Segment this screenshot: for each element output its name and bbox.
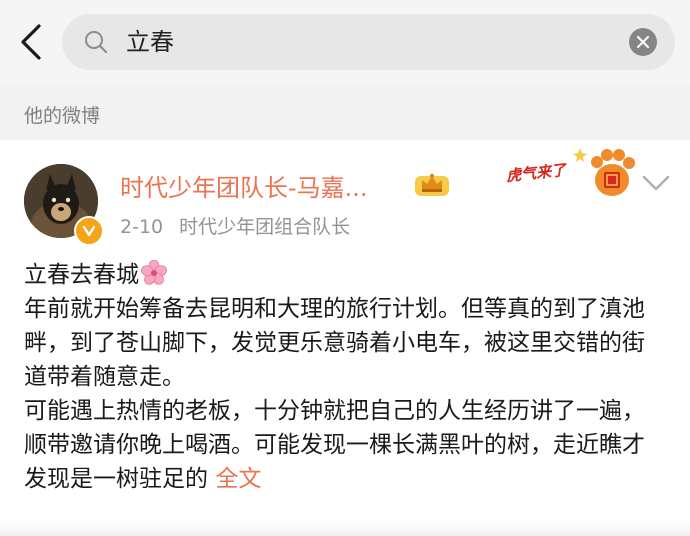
post-bottom-divider <box>0 520 690 536</box>
expand-full-text-link[interactable]: 全文 <box>215 466 261 492</box>
top-bar: 立春 <box>0 0 690 84</box>
post-paragraph-2: 可能遇上热情的老板，十分钟就把自己的人生经历讲了一遍，顺带邀请你晚上喝酒。可能发… <box>24 394 660 496</box>
post-paragraph-2-text: 可能遇上热情的老板，十分钟就把自己的人生经历讲了一遍，顺带邀请你晚上喝酒。可能发… <box>24 398 645 492</box>
section-title: 他的微博 <box>24 105 101 127</box>
user-name[interactable]: 时代少年团队长-马嘉... <box>120 168 368 203</box>
member-crown-icon[interactable] <box>414 170 450 198</box>
chevron-down-icon[interactable] <box>642 174 670 192</box>
chevron-left-icon <box>21 24 41 60</box>
post-title-line: 立春去春城 <box>24 258 660 292</box>
clear-search-button[interactable] <box>629 28 657 56</box>
section-header: 他的微博 <box>0 84 690 140</box>
search-input[interactable]: 立春 <box>126 14 174 70</box>
search-icon <box>85 31 108 54</box>
search-bar[interactable]: 立春 <box>62 14 675 70</box>
cherry-blossom-icon <box>141 260 167 285</box>
close-icon <box>637 36 649 48</box>
verified-badge-icon <box>74 216 104 246</box>
post-source: 时代少年团组合队长 <box>179 216 351 238</box>
post-title-text: 立春去春城 <box>24 262 139 288</box>
post-body[interactable]: 立春去春城 年前就开始筹备去昆明和大理的旅行计划。但等真的到了滇池畔，到了苍山脚… <box>24 258 660 496</box>
post-date: 2-10 <box>120 216 164 238</box>
post-meta: 2-10 时代少年团组合队长 <box>120 212 350 239</box>
post-paragraph-1: 年前就开始筹备去昆明和大理的旅行计划。但等真的到了滇池畔，到了苍山脚下，发觉更乐… <box>24 296 645 390</box>
back-button[interactable] <box>14 22 48 62</box>
post-card[interactable]: 时代少年团队长-马嘉... 虎气来了 2-10时代少年团组合队长 立春去春城 <box>0 140 690 536</box>
